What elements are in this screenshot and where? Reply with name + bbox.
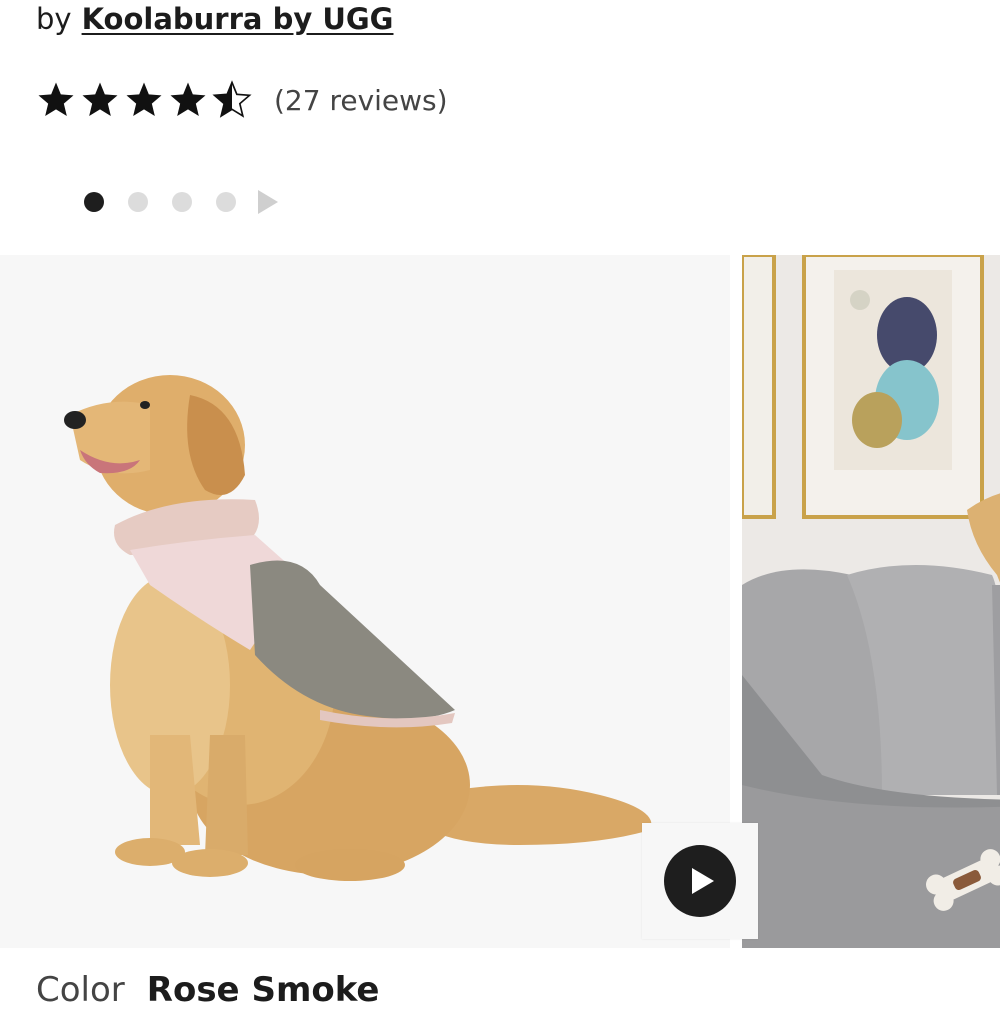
product-image-main[interactable] (0, 255, 730, 948)
video-thumbnail[interactable] (642, 823, 758, 939)
dog-in-rose-smoke-coat-image (0, 255, 730, 948)
star-half-icon (212, 80, 252, 118)
carousel-dot-1[interactable] (84, 192, 104, 212)
brand-link[interactable]: Koolaburra by UGG (82, 2, 394, 36)
dog-on-sofa-with-blanket-image (742, 255, 1000, 948)
star-full-icon (82, 82, 118, 116)
carousel-dot-3[interactable] (172, 192, 192, 212)
star-full-icon (126, 82, 162, 116)
color-selection: Color Rose Smoke (36, 968, 380, 1012)
product-image-gallery[interactable] (0, 255, 1000, 948)
reviews-count-link[interactable]: (27 reviews) (274, 84, 448, 117)
carousel-dot-4[interactable] (216, 192, 236, 212)
by-prefix: by (36, 2, 72, 36)
carousel-next-arrow-icon[interactable] (258, 190, 278, 214)
color-value: Rose Smoke (146, 970, 380, 1010)
carousel-pagination (84, 190, 278, 214)
star-full-icon (38, 82, 74, 116)
color-label: Color (36, 970, 125, 1010)
play-icon (692, 868, 714, 894)
brand-byline: by Koolaburra by UGG (36, 0, 393, 38)
product-image-secondary[interactable] (742, 255, 1000, 948)
carousel-dot-2[interactable] (128, 192, 148, 212)
play-video-button[interactable] (664, 845, 736, 917)
star-rating (36, 80, 252, 120)
rating-summary[interactable]: (27 reviews) (36, 80, 448, 120)
star-full-icon (170, 82, 206, 116)
